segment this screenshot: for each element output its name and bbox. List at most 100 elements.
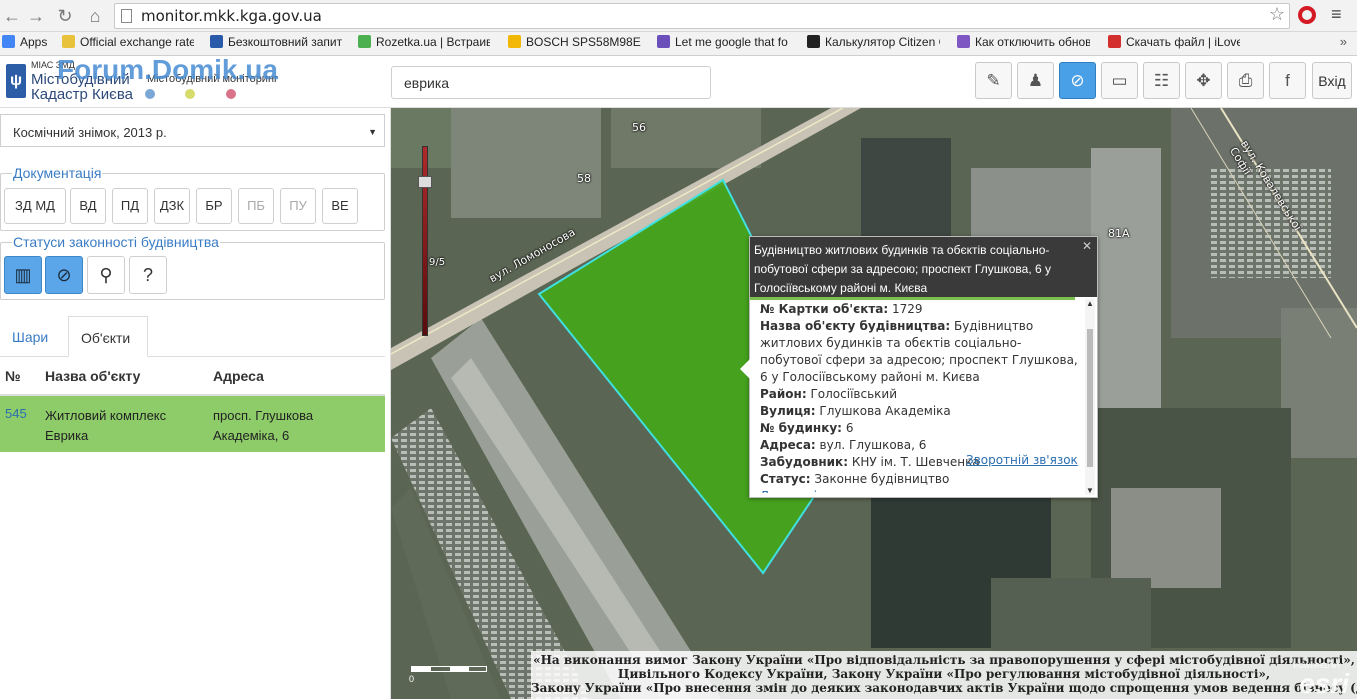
back-arrow-icon[interactable]: ←: [0, 4, 24, 28]
bookmark-item[interactable]: BOSCH SPS58M98EU: [508, 35, 641, 53]
illegal-construction-icon[interactable]: ⊘: [45, 256, 83, 294]
popup-field-label: Адреса:: [760, 438, 816, 452]
map-view[interactable]: 56 58 81А вул. Ломоносова вул. Ковалевсь…: [391, 108, 1357, 699]
popup-field-label: Район:: [760, 387, 807, 401]
bookmark-favicon-icon: [62, 35, 75, 48]
edit-icon[interactable]: ✎: [975, 62, 1012, 99]
bookmark-item[interactable]: Apps: [2, 35, 52, 53]
doc-button[interactable]: ПУ: [280, 188, 316, 224]
scale-zero-label: 0: [409, 674, 415, 684]
disclaimer-line: «На виконання вимог Закону України «Про …: [533, 653, 1355, 667]
scroll-up-icon[interactable]: ▲: [1086, 299, 1094, 308]
popup-field: № Картки об'єкта: 1729: [760, 301, 1078, 318]
bookmark-item[interactable]: Как отключить обнов: [957, 35, 1090, 53]
feedback-link[interactable]: Зворотній зв'язок: [966, 453, 1078, 467]
layer-select[interactable]: Космічний знімок, 2013 р. ▼: [0, 114, 385, 147]
column-header-name[interactable]: Назва об'єкту: [45, 368, 140, 384]
documentation-legend: Документація: [12, 165, 103, 181]
browser-toolbar: ← → ↻ ⌂ monitor.mkk.kga.gov.ua ☆ ≡: [0, 0, 1357, 32]
bookmark-item[interactable]: Official exchange rate: [62, 35, 194, 53]
login-button[interactable]: Вхід: [1312, 62, 1352, 99]
logo-title-line2: Кадастр Києва: [31, 86, 133, 103]
doc-button[interactable]: БР: [196, 188, 232, 224]
bookmarks-more[interactable]: »: [1340, 34, 1347, 49]
popup-accent-bar: [750, 297, 1075, 300]
scroll-down-icon[interactable]: ▼: [1086, 486, 1094, 495]
tab-layers[interactable]: Шари: [0, 316, 60, 357]
app-header: ψ МІАС ЗМД Містобудівний Кадастр Києва М…: [0, 54, 1357, 108]
bookmark-star-icon[interactable]: ☆: [1269, 4, 1285, 25]
popup-field: № будинку: 6: [760, 420, 1078, 437]
browser-menu-icon[interactable]: ≡: [1331, 4, 1342, 25]
bookmark-item[interactable]: Rozetka.ua | Встраива: [358, 35, 490, 53]
bookmark-item[interactable]: Калькулятор Citizen C: [807, 35, 940, 53]
zoom-handle[interactable]: [418, 176, 432, 188]
search-input[interactable]: [391, 66, 711, 99]
bookmark-item[interactable]: Let me google that fo: [657, 35, 790, 53]
zoom-track[interactable]: [422, 146, 428, 336]
details-link[interactable]: Детальніше: [760, 488, 1078, 493]
popup-field-label: Забудовник:: [760, 455, 848, 469]
doc-button[interactable]: ВЕ: [322, 188, 358, 224]
esri-logo: esri: [1299, 668, 1349, 699]
popup-field-value: Глушкова Академіка: [819, 404, 951, 418]
ruler-icon[interactable]: ▭: [1101, 62, 1138, 99]
bookmark-label: Скачать файл | iLoveP: [1126, 35, 1240, 49]
popup-scrollbar[interactable]: ▲ ▼: [1085, 299, 1095, 495]
popup-field-value: Голосіївський: [810, 387, 897, 401]
zoom-slider[interactable]: [418, 146, 432, 336]
reload-icon[interactable]: ↻: [53, 4, 77, 28]
help-search-icon[interactable]: ?: [129, 256, 167, 294]
scroll-thumb[interactable]: [1087, 329, 1093, 467]
watermark: Forum.Domik.ua: [57, 54, 278, 85]
bookmark-favicon-icon: [807, 35, 820, 48]
facebook-icon[interactable]: f: [1269, 62, 1306, 99]
doc-button[interactable]: ПБ: [238, 188, 274, 224]
move-icon[interactable]: ✥: [1185, 62, 1222, 99]
popup-field-label: Статус:: [760, 472, 811, 486]
layers-icon[interactable]: ☷: [1143, 62, 1180, 99]
bookmark-label: Let me google that fo: [675, 35, 788, 49]
row-number[interactable]: 545: [5, 406, 27, 421]
compass-icon[interactable]: ⊘: [1059, 62, 1096, 99]
legal-construction-icon[interactable]: ▥: [4, 256, 42, 294]
popup-field-value: 6: [845, 421, 854, 435]
forward-arrow-icon[interactable]: →: [24, 4, 48, 28]
doc-button[interactable]: ПД: [112, 188, 148, 224]
bookmark-item[interactable]: Безкоштовний запит: [210, 35, 342, 53]
house-number-label: 81А: [1108, 227, 1130, 240]
kyiv-logo-icon[interactable]: ψ: [6, 64, 26, 98]
popup-field-value: Законне будівництво: [814, 472, 950, 486]
popup-field: Адреса: вул. Глушкова, 6: [760, 437, 1078, 454]
left-panel: Космічний знімок, 2013 р. ▼ Документація…: [0, 108, 391, 699]
search-icon[interactable]: ⚲: [87, 256, 125, 294]
bookmark-favicon-icon: [1108, 35, 1121, 48]
table-row[interactable]: 545 Житловий комплекс Еврика просп. Глуш…: [0, 396, 385, 452]
chevron-down-icon: ▼: [368, 127, 377, 137]
printer-icon[interactable]: ⎙: [1227, 62, 1264, 99]
column-header-number[interactable]: №: [5, 368, 21, 384]
address-bar[interactable]: monitor.mkk.kga.gov.ua ☆: [114, 3, 1290, 29]
doc-button[interactable]: ЗД МД: [4, 188, 66, 224]
opera-icon[interactable]: [1298, 6, 1316, 24]
red-dot-icon: [226, 89, 236, 99]
home-icon[interactable]: ⌂: [83, 4, 107, 28]
doc-button[interactable]: ВД: [70, 188, 106, 224]
column-header-address[interactable]: Адреса: [213, 368, 264, 384]
doc-button[interactable]: ДЗК: [154, 188, 190, 224]
scale-bar: [411, 666, 487, 672]
pegman-icon[interactable]: ♟: [1017, 62, 1054, 99]
bookmark-label: Калькулятор Citizen C: [825, 35, 940, 49]
close-icon[interactable]: ✕: [1082, 239, 1092, 253]
tab-objects[interactable]: Об'єкти: [68, 316, 148, 357]
popup-pointer: [740, 359, 750, 379]
row-name: Житловий комплекс Еврика: [45, 408, 167, 443]
bookmark-favicon-icon: [657, 35, 670, 48]
bookmark-label: Как отключить обнов: [975, 35, 1090, 49]
bookmark-favicon-icon: [957, 35, 970, 48]
bookmark-label: Безкоштовний запит: [228, 35, 342, 49]
layer-select-value: Космічний знімок, 2013 р.: [13, 125, 167, 140]
bookmark-item[interactable]: Скачать файл | iLoveP: [1108, 35, 1240, 53]
status-legend: Статуси законності будівництва: [12, 234, 220, 250]
popup-field-label: № Картки об'єкта:: [760, 302, 889, 316]
